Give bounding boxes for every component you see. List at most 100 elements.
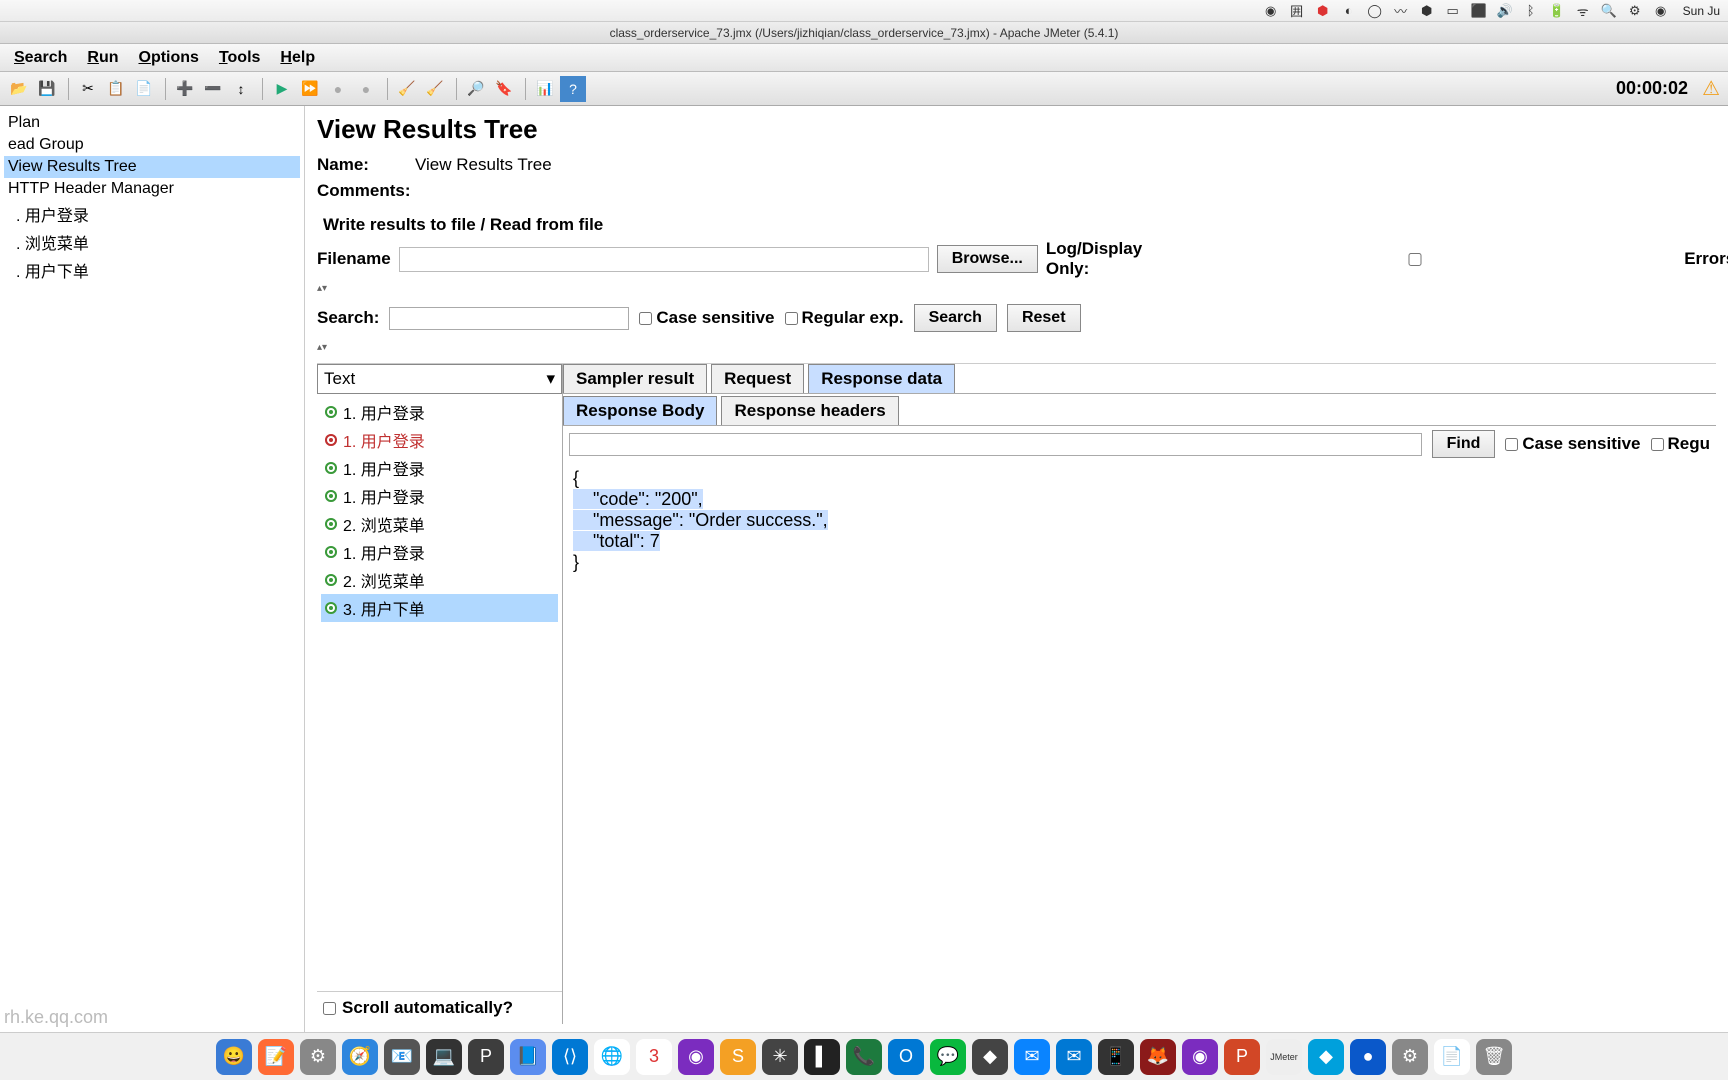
safari-icon[interactable]: 🧭 bbox=[342, 1039, 378, 1075]
reset-button[interactable]: Reset bbox=[1007, 304, 1081, 332]
status-icon[interactable]: 〰 bbox=[1393, 3, 1409, 19]
menu-search[interactable]: Search bbox=[4, 49, 77, 67]
status-icon[interactable]: ⬢ bbox=[1315, 3, 1331, 19]
wechat-icon[interactable]: 💬 bbox=[930, 1039, 966, 1075]
result-item[interactable]: 1. 用户登录 bbox=[321, 454, 558, 482]
help-icon[interactable]: ? bbox=[560, 76, 586, 102]
siri-icon[interactable]: ◉ bbox=[1653, 3, 1669, 19]
calendar-icon[interactable]: 3 bbox=[636, 1039, 672, 1075]
response-body[interactable]: { "code": "200", "message": "Order succe… bbox=[563, 462, 1716, 1024]
tree-node[interactable]: ead Group bbox=[4, 134, 300, 156]
app-icon[interactable]: S bbox=[720, 1039, 756, 1075]
bluetooth-icon[interactable]: ᛒ bbox=[1523, 3, 1539, 19]
status-icon[interactable]: ▭ bbox=[1445, 3, 1461, 19]
name-value[interactable]: View Results Tree bbox=[415, 155, 1716, 175]
start-no-pauses-icon[interactable]: ⏩ bbox=[297, 76, 323, 102]
chrome-icon[interactable]: 🌐 bbox=[594, 1039, 630, 1075]
app-icon[interactable]: ✳ bbox=[762, 1039, 798, 1075]
renderer-dropdown[interactable]: Text▾ bbox=[317, 364, 562, 394]
warning-icon[interactable]: ⚠ bbox=[1702, 76, 1720, 101]
app-icon[interactable]: 📞 bbox=[846, 1039, 882, 1075]
status-icon[interactable]: ◯ bbox=[1367, 3, 1383, 19]
search-button[interactable]: Search bbox=[914, 304, 997, 332]
tab-sampler-result[interactable]: Sampler result bbox=[563, 364, 707, 393]
app-icon[interactable]: 📘 bbox=[510, 1039, 546, 1075]
volume-icon[interactable]: 🔊 bbox=[1497, 3, 1513, 19]
save-icon[interactable]: 💾 bbox=[34, 76, 60, 102]
clock[interactable]: Sun Ju bbox=[1683, 4, 1720, 18]
app-icon[interactable]: 📄 bbox=[1434, 1039, 1470, 1075]
add-icon[interactable]: ➕ bbox=[172, 76, 198, 102]
status-icon[interactable]: ◉ bbox=[1263, 3, 1279, 19]
find-case-checkbox[interactable]: Case sensitive bbox=[1505, 434, 1640, 454]
terminal-icon[interactable]: ▌ bbox=[804, 1039, 840, 1075]
battery-icon[interactable]: 🔋 bbox=[1549, 3, 1565, 19]
results-list[interactable]: 1. 用户登录1. 用户登录1. 用户登录1. 用户登录2. 浏览菜单1. 用户… bbox=[317, 394, 562, 991]
result-item[interactable]: 1. 用户登录 bbox=[321, 482, 558, 510]
tab-response-data[interactable]: Response data bbox=[808, 364, 955, 393]
status-icon[interactable]: ⬛ bbox=[1471, 3, 1487, 19]
browse-button[interactable]: Browse... bbox=[937, 245, 1038, 273]
result-item[interactable]: 3. 用户下单 bbox=[321, 594, 558, 622]
wifi-icon[interactable]: ᯤ bbox=[1575, 3, 1591, 19]
filename-input[interactable] bbox=[399, 247, 929, 272]
stop-icon[interactable]: ● bbox=[325, 76, 351, 102]
app-icon[interactable]: ◆ bbox=[1308, 1039, 1344, 1075]
app-icon[interactable]: ✉ bbox=[1014, 1039, 1050, 1075]
tree-node[interactable]: HTTP Header Manager bbox=[4, 178, 300, 200]
app-icon[interactable]: 📝 bbox=[258, 1039, 294, 1075]
status-icon[interactable]: ◐ bbox=[1341, 3, 1357, 19]
app-icon[interactable]: ● bbox=[1350, 1039, 1386, 1075]
paste-icon[interactable]: 📄 bbox=[131, 76, 157, 102]
finder-icon[interactable]: 😀 bbox=[216, 1039, 252, 1075]
errors-checkbox[interactable]: Errors bbox=[1150, 249, 1728, 269]
jmeter-icon[interactable]: JMeter bbox=[1266, 1039, 1302, 1075]
cut-icon[interactable]: ✂ bbox=[75, 76, 101, 102]
result-item[interactable]: 1. 用户登录 bbox=[321, 398, 558, 426]
function-icon[interactable]: 📊 bbox=[532, 76, 558, 102]
regex-checkbox[interactable]: Regular exp. bbox=[785, 308, 904, 328]
find-regex-checkbox[interactable]: Regu bbox=[1651, 434, 1711, 454]
app-icon[interactable]: ✉ bbox=[1056, 1039, 1092, 1075]
tree-node[interactable]: . 浏览菜单 bbox=[4, 228, 300, 256]
menu-run[interactable]: Run bbox=[77, 49, 128, 67]
search-icon[interactable]: 🔎 bbox=[463, 76, 489, 102]
control-center-icon[interactable]: ⚙ bbox=[1627, 3, 1643, 19]
vscode-icon[interactable]: ⟨⟩ bbox=[552, 1039, 588, 1075]
scroll-auto-checkbox[interactable] bbox=[323, 1002, 336, 1015]
tree-node[interactable]: . 用户登录 bbox=[4, 200, 300, 228]
app-icon[interactable]: ⚙ bbox=[1392, 1039, 1428, 1075]
app-icon[interactable]: ◉ bbox=[1182, 1039, 1218, 1075]
app-icon[interactable]: P bbox=[468, 1039, 504, 1075]
case-sensitive-checkbox[interactable]: Case sensitive bbox=[639, 308, 774, 328]
find-input[interactable] bbox=[569, 433, 1422, 456]
spotlight-icon[interactable]: 🔍 bbox=[1601, 3, 1617, 19]
tab-request[interactable]: Request bbox=[711, 364, 804, 393]
app-icon[interactable]: 🦊 bbox=[1140, 1039, 1176, 1075]
menu-help[interactable]: Help bbox=[270, 49, 325, 67]
app-icon[interactable]: ◆ bbox=[972, 1039, 1008, 1075]
tree-node[interactable]: . 用户下单 bbox=[4, 256, 300, 284]
copy-icon[interactable]: 📋 bbox=[103, 76, 129, 102]
search-input[interactable] bbox=[389, 307, 629, 330]
outlook-icon[interactable]: O bbox=[888, 1039, 924, 1075]
tab-response-body[interactable]: Response Body bbox=[563, 396, 717, 425]
app-icon[interactable]: 📧 bbox=[384, 1039, 420, 1075]
powerpoint-icon[interactable]: P bbox=[1224, 1039, 1260, 1075]
tree-node-selected[interactable]: View Results Tree bbox=[4, 156, 300, 178]
toggle-icon[interactable]: ↕ bbox=[228, 76, 254, 102]
shutdown-icon[interactable]: ● bbox=[353, 76, 379, 102]
tree-node[interactable]: Plan bbox=[4, 112, 300, 134]
trash-icon[interactable]: 🗑 bbox=[1476, 1039, 1512, 1075]
clear-icon[interactable]: 🧹 bbox=[394, 76, 420, 102]
app-icon[interactable]: 💻 bbox=[426, 1039, 462, 1075]
status-icon[interactable]: 囲 bbox=[1289, 3, 1305, 19]
result-item[interactable]: 1. 用户登录 bbox=[321, 426, 558, 454]
app-icon[interactable]: ⚙ bbox=[300, 1039, 336, 1075]
start-icon[interactable]: ▶ bbox=[269, 76, 295, 102]
result-item[interactable]: 1. 用户登录 bbox=[321, 538, 558, 566]
tab-response-headers[interactable]: Response headers bbox=[721, 396, 898, 425]
app-icon[interactable]: ◉ bbox=[678, 1039, 714, 1075]
result-item[interactable]: 2. 浏览菜单 bbox=[321, 566, 558, 594]
open-icon[interactable]: 📂 bbox=[6, 76, 32, 102]
